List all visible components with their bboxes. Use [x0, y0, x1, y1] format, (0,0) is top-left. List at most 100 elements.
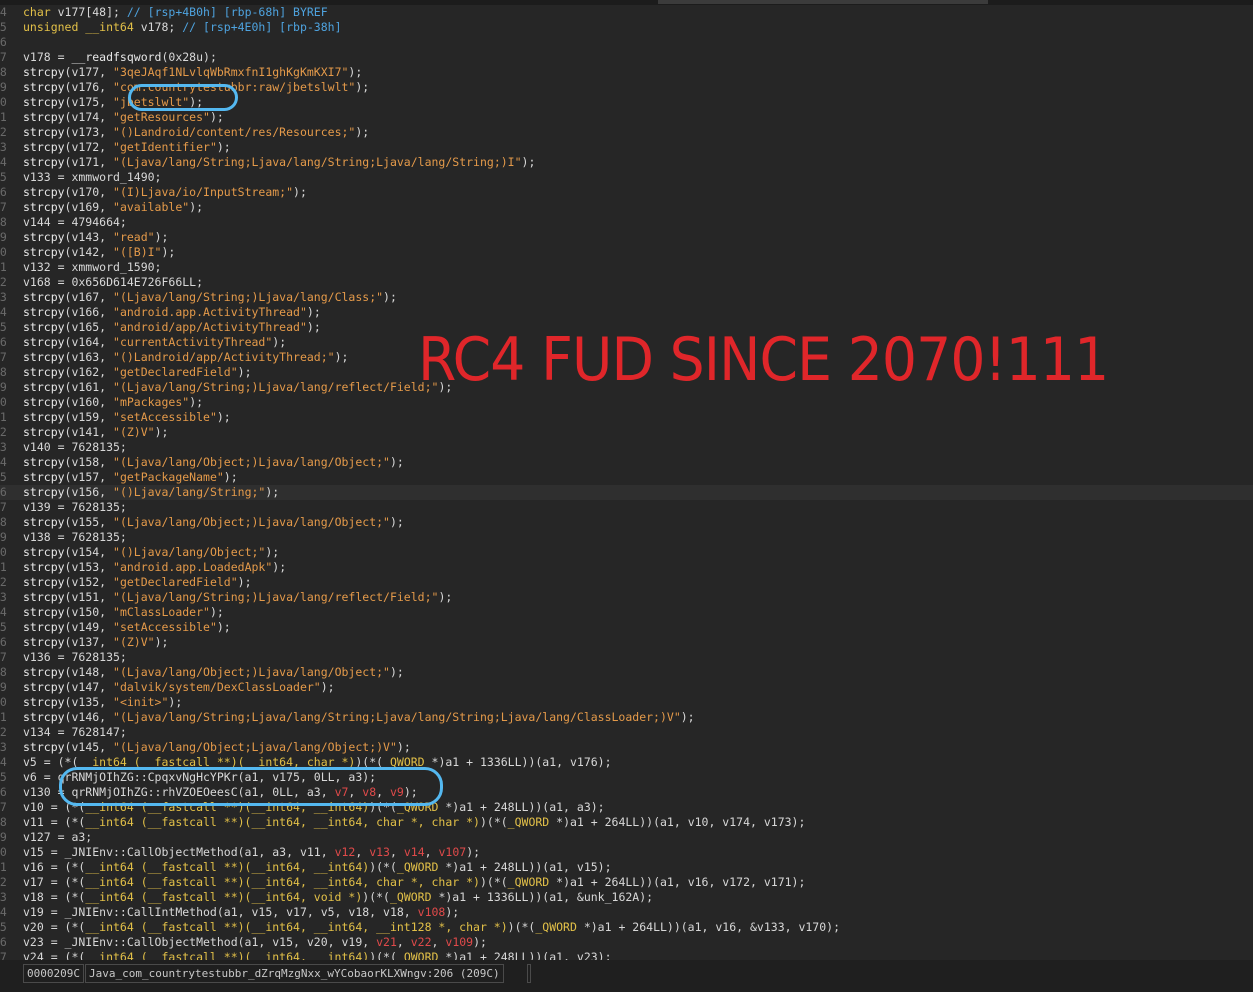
code-line[interactable]: 192 v168 = 0x656D614E726F66LL; — [0, 275, 1253, 290]
code-line[interactable]: 214 strcpy(v150, "mClassLoader"); — [0, 605, 1253, 620]
code-line[interactable]: 177 v178 = __readfsqword(0x28u); — [0, 50, 1253, 65]
code-text[interactable]: strcpy(v165, "android/app/ActivityThread… — [23, 320, 321, 334]
code-text[interactable]: strcpy(v148, "(Ljava/lang/Object;)Ljava/… — [23, 665, 404, 679]
code-line[interactable]: 175 unsigned __int64 v178; // [rsp+4E0h] … — [0, 20, 1253, 35]
code-text[interactable]: v133 = xmmword_1490; — [23, 170, 161, 184]
code-line[interactable]: 220 strcpy(v135, "<init>"); — [0, 695, 1253, 710]
code-text[interactable]: strcpy(v167, "(Ljava/lang/String;)Ljava/… — [23, 290, 397, 304]
code-text[interactable]: strcpy(v171, "(Ljava/lang/String;Ljava/l… — [23, 155, 535, 169]
code-text[interactable]: v127 = a3; — [23, 830, 92, 844]
code-text[interactable]: v136 = 7628135; — [23, 650, 127, 664]
code-line[interactable]: 205 strcpy(v157, "getPackageName"); — [0, 470, 1253, 485]
code-text[interactable]: strcpy(v137, "(Z)V"); — [23, 635, 168, 649]
code-line[interactable]: 236 v23 = _JNIEnv::CallObjectMethod(a1, v… — [0, 935, 1253, 950]
code-text[interactable]: strcpy(v177, "3qeJAqf1NLvlqWbRmxfnI1ghKg… — [23, 65, 362, 79]
code-text[interactable]: strcpy(v142, "([B)I"); — [23, 245, 175, 259]
code-line[interactable]: 216 strcpy(v137, "(Z)V"); — [0, 635, 1253, 650]
code-line[interactable]: 215 strcpy(v149, "setAccessible"); — [0, 620, 1253, 635]
code-text[interactable]: strcpy(v141, "(Z)V"); — [23, 425, 168, 439]
code-text[interactable]: v19 = _JNIEnv::CallIntMethod(a1, v15, v1… — [23, 905, 459, 919]
code-line[interactable]: 176 — [0, 35, 1253, 50]
code-text[interactable]: strcpy(v145, "(Ljava/lang/Object;Ljava/l… — [23, 740, 411, 754]
code-line[interactable]: 190 strcpy(v142, "([B)I"); — [0, 245, 1253, 260]
code-line[interactable]: 203 v140 = 7628135; — [0, 440, 1253, 455]
code-text[interactable]: strcpy(v150, "mClassLoader"); — [23, 605, 224, 619]
code-text[interactable]: strcpy(v157, "getPackageName"); — [23, 470, 238, 484]
code-text[interactable]: strcpy(v174, "getResources"); — [23, 110, 224, 124]
code-line[interactable]: 186 strcpy(v170, "(I)Ljava/io/InputStream… — [0, 185, 1253, 200]
code-text[interactable]: strcpy(v149, "setAccessible"); — [23, 620, 231, 634]
code-line[interactable]: 233 v18 = (*(__int64 (__fastcall **)(__in… — [0, 890, 1253, 905]
code-line[interactable]: 187 strcpy(v169, "available"); — [0, 200, 1253, 215]
code-text[interactable]: strcpy(v164, "currentActivityThread"); — [23, 335, 286, 349]
code-line[interactable]: 188 v144 = 4794664; — [0, 215, 1253, 230]
code-line[interactable]: 209 v138 = 7628135; — [0, 530, 1253, 545]
code-text[interactable]: strcpy(v155, "(Ljava/lang/Object;)Ljava/… — [23, 515, 404, 529]
code-line[interactable]: 222 v134 = 7628147; — [0, 725, 1253, 740]
code-text[interactable]: strcpy(v161, "(Ljava/lang/String;)Ljava/… — [23, 380, 452, 394]
code-line[interactable]: 204 strcpy(v158, "(Ljava/lang/Object;)Lja… — [0, 455, 1253, 470]
code-text[interactable]: strcpy(v153, "android.app.LoadedApk"); — [23, 560, 286, 574]
code-text[interactable]: v168 = 0x656D614E726F66LL; — [23, 275, 203, 289]
code-text[interactable]: v24 = (*(__int64 (__fastcall **)(__int64… — [23, 950, 612, 960]
code-text[interactable]: strcpy(v162, "getDeclaredField"); — [23, 365, 252, 379]
code-text[interactable]: strcpy(v163, "()Landroid/app/ActivityThr… — [23, 350, 348, 364]
code-line[interactable]: 210 strcpy(v154, "()Ljava/lang/Object;"); — [0, 545, 1253, 560]
code-text[interactable]: v132 = xmmword_1590; — [23, 260, 161, 274]
code-line[interactable]: 208 strcpy(v155, "(Ljava/lang/Object;)Lja… — [0, 515, 1253, 530]
code-line[interactable]: 229 v127 = a3; — [0, 830, 1253, 845]
code-line[interactable]: 219 strcpy(v147, "dalvik/system/DexClassL… — [0, 680, 1253, 695]
code-line[interactable]: 207 v139 = 7628135; — [0, 500, 1253, 515]
code-text[interactable]: strcpy(v159, "setAccessible"); — [23, 410, 231, 424]
code-line[interactable]: 181 strcpy(v174, "getResources"); — [0, 110, 1253, 125]
code-text[interactable]: v18 = (*(__int64 (__fastcall **)(__int64… — [23, 890, 653, 904]
code-line[interactable]: 221 strcpy(v146, "(Ljava/lang/String;Ljav… — [0, 710, 1253, 725]
code-line[interactable]: 212 strcpy(v152, "getDeclaredField"); — [0, 575, 1253, 590]
code-text[interactable]: char v177[48]; // [rsp+4B0h] [rbp-68h] B… — [23, 5, 328, 19]
code-text[interactable]: strcpy(v158, "(Ljava/lang/Object;)Ljava/… — [23, 455, 404, 469]
code-text[interactable]: v178 = __readfsqword(0x28u); — [23, 50, 217, 64]
code-text[interactable]: strcpy(v173, "()Landroid/content/res/Res… — [23, 125, 369, 139]
code-line[interactable]: 174 char v177[48]; // [rsp+4B0h] [rbp-68h… — [0, 5, 1253, 20]
code-text[interactable]: strcpy(v172, "getIdentifier"); — [23, 140, 231, 154]
code-line[interactable]: 223 strcpy(v145, "(Ljava/lang/Object;Ljav… — [0, 740, 1253, 755]
code-text[interactable]: strcpy(v146, "(Ljava/lang/String;Ljava/l… — [23, 710, 695, 724]
code-line[interactable]: 178 strcpy(v177, "3qeJAqf1NLvlqWbRmxfnI1g… — [0, 65, 1253, 80]
code-line[interactable]: 206 strcpy(v156, "()Ljava/lang/String;"); — [0, 485, 1253, 500]
code-line[interactable]: 202 strcpy(v141, "(Z)V"); — [0, 425, 1253, 440]
code-line[interactable]: 213 strcpy(v151, "(Ljava/lang/String;)Lja… — [0, 590, 1253, 605]
code-text[interactable]: v134 = 7628147; — [23, 725, 127, 739]
code-text[interactable]: v20 = (*(__int64 (__fastcall **)(__int64… — [23, 920, 840, 934]
code-text[interactable]: unsigned __int64 v178; // [rsp+4E0h] [rb… — [23, 20, 342, 34]
code-text[interactable]: v139 = 7628135; — [23, 500, 127, 514]
code-text[interactable]: v23 = _JNIEnv::CallObjectMethod(a1, v15,… — [23, 935, 487, 949]
code-line[interactable]: 191 v132 = xmmword_1590; — [0, 260, 1253, 275]
code-text[interactable]: v17 = (*(__int64 (__fastcall **)(__int64… — [23, 875, 805, 889]
code-text[interactable]: strcpy(v160, "mPackages"); — [23, 395, 203, 409]
code-line[interactable]: 200 strcpy(v160, "mPackages"); — [0, 395, 1253, 410]
code-text[interactable]: strcpy(v143, "read"); — [23, 230, 168, 244]
code-line[interactable]: 193 strcpy(v167, "(Ljava/lang/String;)Lja… — [0, 290, 1253, 305]
scrollbar-thumb[interactable] — [658, 0, 988, 4]
code-text[interactable]: strcpy(v147, "dalvik/system/DexClassLoad… — [23, 680, 335, 694]
code-text[interactable]: strcpy(v156, "()Ljava/lang/String;"); — [23, 485, 279, 499]
code-line[interactable]: 235 v20 = (*(__int64 (__fastcall **)(__in… — [0, 920, 1253, 935]
code-text[interactable]: strcpy(v154, "()Ljava/lang/Object;"); — [23, 545, 279, 559]
code-line[interactable]: 231 v16 = (*(__int64 (__fastcall **)(__in… — [0, 860, 1253, 875]
code-text[interactable]: strcpy(v170, "(I)Ljava/io/InputStream;")… — [23, 185, 307, 199]
code-line[interactable]: 185 v133 = xmmword_1490; — [0, 170, 1253, 185]
code-line[interactable]: 234 v19 = _JNIEnv::CallIntMethod(a1, v15,… — [0, 905, 1253, 920]
code-text[interactable]: v16 = (*(__int64 (__fastcall **)(__int64… — [23, 860, 612, 874]
code-text[interactable]: strcpy(v151, "(Ljava/lang/String;)Ljava/… — [23, 590, 452, 604]
code-text[interactable]: strcpy(v166, "android.app.ActivityThread… — [23, 305, 321, 319]
code-line[interactable]: 182 strcpy(v173, "()Landroid/content/res/… — [0, 125, 1253, 140]
code-line[interactable]: 230 v15 = _JNIEnv::CallObjectMethod(a1, a… — [0, 845, 1253, 860]
code-text[interactable]: strcpy(v169, "available"); — [23, 200, 203, 214]
code-line[interactable]: 232 v17 = (*(__int64 (__fastcall **)(__in… — [0, 875, 1253, 890]
code-line[interactable]: 237 v24 = (*(__int64 (__fastcall **)(__in… — [0, 950, 1253, 960]
code-text[interactable]: v138 = 7628135; — [23, 530, 127, 544]
code-line[interactable]: 217 v136 = 7628135; — [0, 650, 1253, 665]
code-text[interactable]: v140 = 7628135; — [23, 440, 127, 454]
code-line[interactable]: 211 strcpy(v153, "android.app.LoadedApk")… — [0, 560, 1253, 575]
code-text[interactable]: strcpy(v135, "<init>"); — [23, 695, 182, 709]
